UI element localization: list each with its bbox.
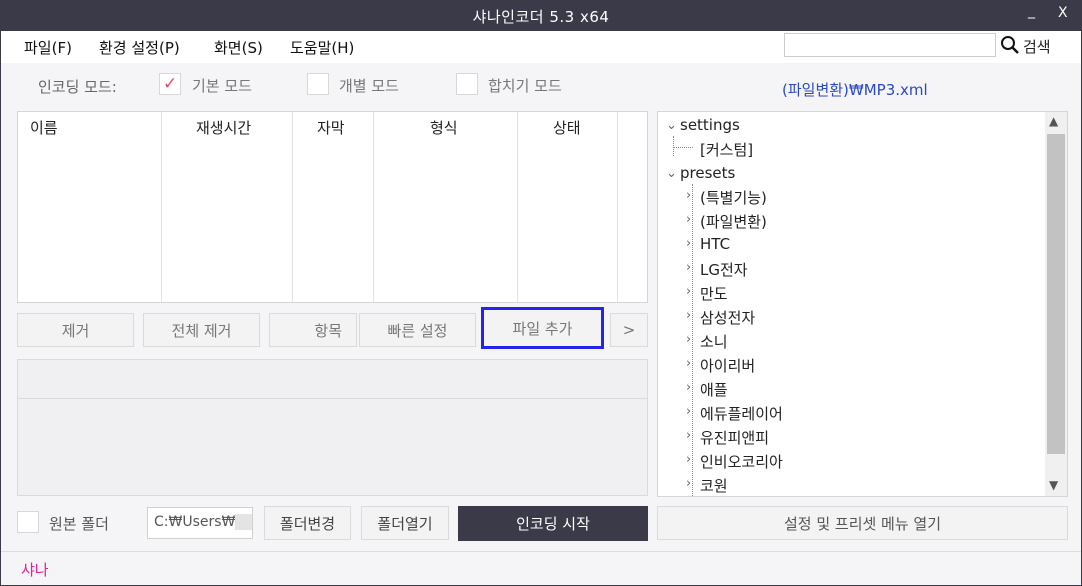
tree-node-preset[interactable]: 소니 (700, 331, 728, 352)
tree-node-custom[interactable]: [커스텀] (700, 139, 753, 160)
remove-button[interactable]: 제거 (17, 313, 134, 347)
check-icon: ✓ (163, 74, 178, 94)
tree-node-preset[interactable]: 삼성전자 (700, 307, 755, 328)
search-icon[interactable] (999, 34, 1021, 56)
column-duration[interactable]: 재생시간 (162, 112, 293, 302)
column-name[interactable]: 이름 (18, 112, 162, 302)
column-subtitle[interactable]: 자막 (293, 112, 374, 302)
column-header-subtitle[interactable]: 자막 (317, 117, 345, 138)
log-panel (17, 359, 648, 496)
scroll-up-icon[interactable]: ▲ (1049, 114, 1058, 128)
scroll-down-icon[interactable]: ▼ (1049, 478, 1058, 492)
tree-node-preset[interactable]: 애플 (700, 379, 728, 400)
chevron-right-icon[interactable]: › (686, 404, 691, 419)
more-button[interactable]: > (610, 313, 648, 347)
output-folder-field[interactable]: C:₩Users₩ (147, 507, 253, 539)
minimize-button[interactable]: _ (1028, 3, 1035, 19)
change-folder-button[interactable]: 폴더변경 (264, 506, 351, 540)
tree-node-preset[interactable]: 에듀플레이어 (700, 403, 783, 424)
tree-node-preset[interactable]: 코원 (700, 475, 728, 496)
chevron-right-icon[interactable]: › (686, 284, 691, 299)
source-folder-checkbox[interactable] (17, 511, 39, 533)
status-text: 샤나 (21, 561, 49, 579)
column-header-format[interactable]: 형식 (430, 117, 458, 138)
chevron-right-icon[interactable]: › (686, 236, 691, 251)
tree-node-presets[interactable]: presets (680, 164, 735, 182)
tree-scrollbar[interactable]: ▲ ▼ (1045, 112, 1067, 496)
merge-mode-label[interactable]: 합치기 모드 (488, 75, 562, 96)
title-bar: 샤나인코더 5.3 x64 _ X (1, 1, 1081, 31)
scrollbar-thumb[interactable] (1047, 134, 1065, 454)
preset-tree[interactable]: ⌄ settings [커스텀] ⌄ presets › (특별기능) › (파… (657, 111, 1068, 497)
file-list[interactable]: 이름 재생시간 자막 형식 상태 (17, 111, 648, 303)
column-format[interactable]: 형식 (374, 112, 518, 302)
chevron-down-icon[interactable]: ⌄ (666, 118, 677, 133)
redacted-path-block (235, 514, 252, 530)
source-folder-label[interactable]: 원본 폴더 (49, 513, 109, 534)
merge-mode-checkbox[interactable] (456, 73, 478, 95)
chevron-right-icon[interactable]: › (686, 356, 691, 371)
open-folder-button[interactable]: 폴더열기 (361, 506, 449, 540)
column-status[interactable]: 상태 (518, 112, 618, 302)
output-folder-path: C:₩Users₩ (154, 514, 236, 530)
column-header-duration[interactable]: 재생시간 (196, 117, 251, 138)
tree-connector (673, 136, 674, 156)
search-label[interactable]: 검색 (1023, 36, 1051, 57)
menu-settings[interactable]: 환경 설정(P) (99, 37, 180, 58)
chevron-right-icon[interactable]: › (686, 260, 691, 275)
quick-settings-button[interactable]: 빠른 설정 (359, 313, 476, 347)
basic-mode-label[interactable]: 기본 모드 (192, 75, 252, 96)
add-file-button[interactable]: 파일 추가 (481, 307, 604, 349)
tree-node-preset[interactable]: 인비오코리아 (700, 451, 783, 472)
tree-node-preset[interactable]: (특별기능) (700, 187, 767, 208)
chevron-right-icon[interactable]: › (686, 308, 691, 323)
chevron-right-icon[interactable]: › (686, 380, 691, 395)
tree-node-preset[interactable]: HTC (700, 235, 730, 253)
start-encoding-button[interactable]: 인코딩 시작 (458, 506, 648, 541)
tree-connector (692, 184, 693, 496)
encoding-mode-bar: 인코딩 모드: ✓ 기본 모드 개별 모드 합치기 모드 (파일변환)₩MP3.… (1, 63, 1081, 105)
chevron-right-icon[interactable]: › (686, 452, 691, 467)
log-divider (18, 398, 647, 399)
search-input[interactable] (784, 33, 996, 57)
tree-node-preset[interactable]: LG전자 (700, 259, 748, 280)
individual-mode-checkbox[interactable] (307, 73, 329, 95)
chevron-right-icon[interactable]: › (686, 212, 691, 227)
close-button[interactable]: X (1058, 5, 1068, 21)
tree-connector (673, 147, 693, 148)
individual-mode-label[interactable]: 개별 모드 (339, 75, 399, 96)
column-header-name[interactable]: 이름 (30, 117, 58, 138)
tree-node-preset[interactable]: (파일변환) (700, 211, 767, 232)
window-title: 샤나인코더 5.3 x64 (472, 8, 610, 26)
basic-mode-checkbox[interactable]: ✓ (159, 73, 181, 95)
chevron-right-icon[interactable]: › (686, 332, 691, 347)
tree-node-preset[interactable]: 유진피앤피 (700, 427, 769, 448)
items-button[interactable]: 항목 (269, 313, 357, 347)
open-preset-menu-button[interactable]: 설정 및 프리셋 메뉴 열기 (657, 506, 1068, 540)
menu-file[interactable]: 파일(F) (24, 37, 72, 58)
menu-view[interactable]: 화면(S) (214, 37, 263, 58)
chevron-right-icon[interactable]: › (686, 428, 691, 443)
chevron-down-icon[interactable]: ⌄ (666, 166, 677, 181)
chevron-right-icon[interactable]: › (686, 188, 691, 203)
tree-node-preset[interactable]: 아이리버 (700, 355, 755, 376)
tree-node-settings[interactable]: settings (680, 116, 740, 134)
menu-help[interactable]: 도움말(H) (290, 37, 354, 58)
preset-path: (파일변환)₩MP3.xml (782, 81, 928, 99)
app-window: 샤나인코더 5.3 x64 _ X 파일(F) 환경 설정(P) 화면(S) 도… (0, 0, 1082, 586)
encoding-mode-label: 인코딩 모드: (38, 78, 117, 96)
column-header-status[interactable]: 상태 (553, 117, 581, 138)
tree-node-preset[interactable]: 만도 (700, 283, 728, 304)
remove-all-button[interactable]: 전체 제거 (143, 313, 260, 347)
status-divider (1, 551, 1081, 552)
chevron-right-icon[interactable]: › (686, 476, 691, 491)
